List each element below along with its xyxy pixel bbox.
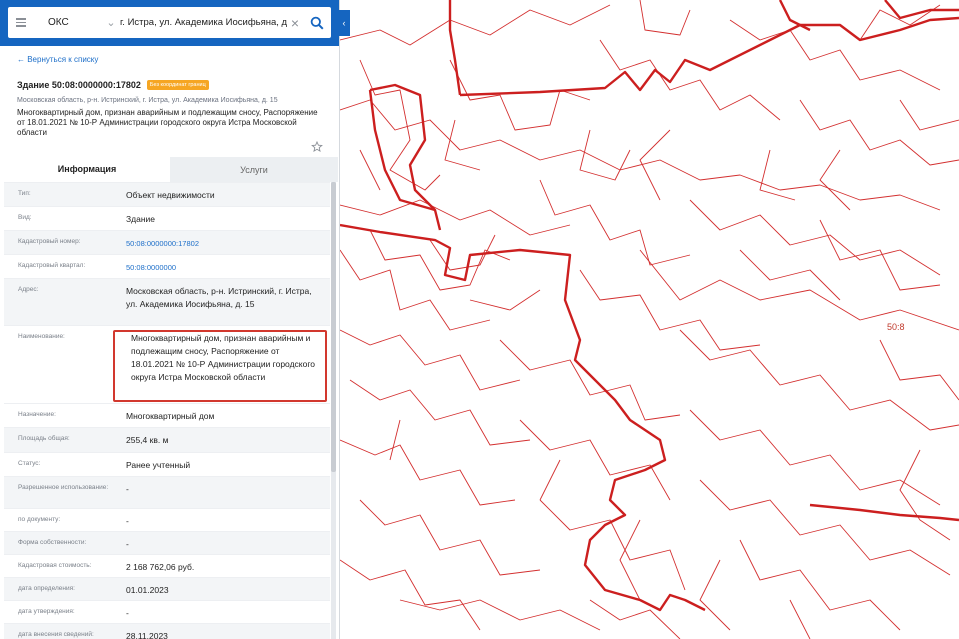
table-row: дата утверждения: -: [4, 600, 330, 623]
field-label: Кадастровая стоимость:: [18, 562, 92, 569]
field-label: дата определения:: [18, 585, 75, 592]
table-row: Кадастровый квартал: 50:08:0000000: [4, 254, 330, 278]
field-value: -: [126, 484, 129, 494]
field-value: 01.01.2023: [126, 585, 169, 595]
field-value: -: [126, 608, 129, 618]
cadastral-map[interactable]: 50:8: [340, 0, 959, 639]
field-value: 2 168 762,06 руб.: [126, 562, 195, 572]
table-row: Форма собственности: -: [4, 531, 330, 554]
map-district-label: 50:8: [887, 322, 905, 332]
table-row: по документу: -: [4, 508, 330, 531]
star-icon[interactable]: [311, 141, 323, 153]
table-row: дата внесения сведений: 28.11.2023: [4, 623, 330, 639]
app-root: 50:8 ОКС ⌄ г. Истра, ул. Академика Иосиф…: [0, 0, 959, 639]
status-badge: Без координат границ: [146, 80, 209, 90]
tab-bar: Информация Услуги: [4, 157, 338, 182]
attribute-table: Тип: Объект недвижимости Вид: Здание Кад…: [4, 182, 330, 639]
field-label: Статус:: [18, 460, 41, 467]
table-row: Площадь общая: 255,4 кв. м: [4, 427, 330, 452]
object-title: Здание 50:08:0000000:17802: [17, 80, 141, 90]
tab-services[interactable]: Услуги: [170, 157, 338, 182]
field-value: Объект недвижимости: [126, 190, 215, 200]
object-address: Московская область, р-н. Истринский, г. …: [17, 97, 278, 104]
field-value: -: [126, 539, 129, 549]
cadastral-number-link[interactable]: 50:08:0000000:17802: [126, 231, 330, 254]
field-label: дата утверждения:: [18, 608, 75, 615]
field-value: Многоквартирный дом, признан аварийным и…: [131, 333, 315, 382]
chevron-down-icon[interactable]: ⌄: [104, 7, 118, 38]
search-type-select[interactable]: ОКС: [34, 7, 104, 38]
back-to-list-link[interactable]: ← Вернуться к списку: [17, 55, 98, 64]
object-title-row: Здание 50:08:0000000:17802 Без координат…: [17, 80, 332, 90]
scrollbar-thumb[interactable]: [331, 182, 336, 472]
search-input[interactable]: г. Истра, ул. Академика Иосифьяна, д. 15: [118, 7, 287, 38]
table-row: Назначение: Многоквартирный дом: [4, 403, 330, 427]
collapse-panel-button[interactable]: ‹: [338, 10, 350, 36]
field-label: Площадь общая:: [18, 435, 70, 442]
table-row: Наименование: Многоквартирный дом, призн…: [4, 325, 330, 403]
parcel-boundaries: [340, 0, 959, 639]
object-header: Здание 50:08:0000000:17802 Без координат…: [17, 80, 332, 138]
search-bar: ОКС ⌄ г. Истра, ул. Академика Иосифьяна,…: [0, 0, 339, 46]
table-row: Вид: Здание: [4, 206, 330, 230]
table-row: Кадастровая стоимость: 2 168 762,06 руб.: [4, 554, 330, 577]
field-value: Ранее учтенный: [126, 460, 191, 470]
field-value: Многоквартирный дом: [126, 411, 215, 421]
tab-information[interactable]: Информация: [4, 157, 170, 182]
search-box: ОКС ⌄ г. Истра, ул. Академика Иосифьяна,…: [8, 7, 331, 38]
field-value: 28.11.2023: [126, 631, 168, 639]
field-label: Вид:: [18, 214, 32, 221]
field-label: Наименование:: [18, 333, 65, 340]
field-label: Кадастровый номер:: [18, 238, 81, 245]
field-label: Разрешенное использование:: [18, 484, 109, 491]
table-row: дата определения: 01.01.2023: [4, 577, 330, 600]
table-row: Кадастровый номер: 50:08:0000000:17802: [4, 230, 330, 254]
menu-icon[interactable]: [8, 7, 34, 38]
field-label: Назначение:: [18, 411, 56, 418]
search-icon: [310, 16, 324, 30]
info-panel: ОКС ⌄ г. Истра, ул. Академика Иосифьяна,…: [0, 0, 340, 639]
object-description: Многоквартирный дом, признан аварийным и…: [17, 108, 318, 137]
close-icon[interactable]: ×: [287, 7, 303, 38]
field-value: 255,4 кв. м: [126, 435, 169, 445]
search-button[interactable]: [303, 7, 331, 38]
table-row: Адрес: Московская область, р-н. Истринск…: [4, 278, 330, 325]
field-label: Адрес:: [18, 286, 39, 293]
table-row: Разрешенное использование: -: [4, 476, 330, 508]
field-label: по документу:: [18, 516, 61, 523]
field-value: Московская область, р-н. Истринский, г. …: [126, 286, 312, 309]
field-label: дата внесения сведений:: [18, 631, 94, 638]
field-label: Кадастровый квартал:: [18, 262, 86, 269]
field-value: Здание: [126, 214, 155, 224]
cadastral-quarter-link[interactable]: 50:08:0000000: [126, 255, 330, 278]
field-value: -: [126, 516, 129, 526]
field-label: Тип:: [18, 190, 31, 197]
field-label: Форма собственности:: [18, 539, 87, 546]
table-row: Статус: Ранее учтенный: [4, 452, 330, 476]
table-row: Тип: Объект недвижимости: [4, 182, 330, 206]
